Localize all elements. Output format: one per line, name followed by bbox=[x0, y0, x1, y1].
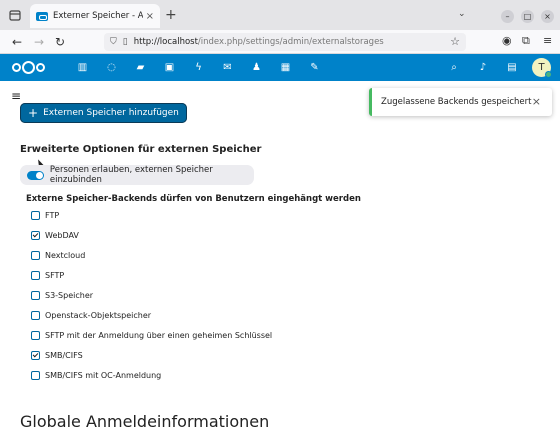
backend-label: Openstack-Objektspeicher bbox=[45, 310, 152, 320]
checkbox[interactable] bbox=[31, 310, 40, 320]
nextcloud-favicon-icon bbox=[36, 11, 48, 21]
backend-label: FTP bbox=[45, 210, 60, 220]
tab-dropdown-icon[interactable]: ⌄ bbox=[458, 9, 466, 19]
extensions-icon[interactable]: ⧉ bbox=[522, 34, 530, 48]
contacts-menu-icon[interactable]: ▤ bbox=[503, 54, 521, 81]
browser-tab-title: Externer Speicher - Admin bbox=[53, 11, 143, 21]
notes-icon[interactable]: ✎ bbox=[300, 54, 329, 81]
forward-arrow-icon[interactable]: → bbox=[34, 34, 44, 50]
success-toast: Zugelassene Backends gespeichert × bbox=[369, 88, 552, 116]
backend-item-smb[interactable]: SMB/CIFS bbox=[31, 345, 272, 365]
app-navigation: ▥ ◌ ▰ ▣ ϟ ✉ ♟ ▦ ✎ bbox=[68, 54, 329, 81]
backend-label: WebDAV bbox=[45, 230, 79, 240]
backend-item-openstack[interactable]: Openstack-Objektspeicher bbox=[31, 305, 272, 325]
page-info-shield-icon[interactable]: ⛉ bbox=[110, 37, 117, 47]
mail-icon[interactable]: ✉ bbox=[213, 54, 242, 81]
checkbox[interactable] bbox=[31, 230, 40, 240]
browser-navigation-bar: ← → ↻ ⛉ ▯ http://localhost/index.php/set… bbox=[0, 30, 560, 54]
advanced-options-title: Erweiterte Optionen für externen Speiche… bbox=[20, 144, 262, 155]
tab-list-icon[interactable] bbox=[8, 8, 22, 22]
backend-checkbox-list: FTP WebDAV Nextcloud SFTP S3-Speicher Op… bbox=[31, 205, 272, 385]
backend-label: Nextcloud bbox=[45, 250, 86, 260]
url-host: http://localhost bbox=[133, 37, 198, 47]
checkbox[interactable] bbox=[31, 250, 40, 260]
avatar-initial: T bbox=[538, 62, 545, 73]
backend-item-nextcloud[interactable]: Nextcloud bbox=[31, 245, 272, 265]
backend-label: SMB/CIFS bbox=[45, 350, 83, 360]
allow-users-mount-label: Personen erlauben, externen Speicher ein… bbox=[49, 165, 213, 185]
checkbox[interactable] bbox=[31, 290, 40, 300]
backend-label: S3-Speicher bbox=[45, 290, 94, 300]
address-bar[interactable]: ⛉ ▯ http://localhost/index.php/settings/… bbox=[104, 33, 466, 51]
toast-message: Zugelassene Backends gespeichert bbox=[381, 97, 532, 107]
search-icon[interactable]: ⌕ bbox=[445, 54, 463, 81]
contacts-icon[interactable]: ♟ bbox=[242, 54, 271, 81]
url-path: /index.php/settings/admin/externalstorag… bbox=[197, 37, 384, 47]
back-arrow-icon[interactable]: ← bbox=[12, 34, 22, 50]
browser-tab-bar: Externer Speicher - Admin × + ⌄ – □ × bbox=[0, 0, 560, 30]
checkbox[interactable] bbox=[31, 330, 40, 340]
app-menu-icon[interactable]: ≡ bbox=[543, 34, 552, 47]
add-external-storage-label: Externen Speicher hinzufügen bbox=[43, 108, 179, 118]
user-avatar[interactable]: T bbox=[532, 58, 552, 78]
menu-toggle-icon[interactable]: ≡ bbox=[11, 89, 21, 103]
toast-close-icon[interactable]: × bbox=[532, 95, 541, 108]
add-external-storage-button[interactable]: + Externen Speicher hinzufügen bbox=[20, 103, 187, 123]
backend-item-webdav[interactable]: WebDAV bbox=[31, 225, 272, 245]
photos-icon[interactable]: ▣ bbox=[155, 54, 184, 81]
calendar-icon[interactable]: ▦ bbox=[271, 54, 300, 81]
account-icon[interactable]: ◉ bbox=[502, 34, 512, 47]
activity-icon[interactable]: ◌ bbox=[97, 54, 126, 81]
bookmark-star-icon[interactable]: ☆ bbox=[450, 35, 460, 48]
notifications-bell-icon[interactable]: ♪ bbox=[474, 54, 492, 81]
global-credentials-title: Globale Anmeldeinformationen bbox=[20, 412, 270, 431]
backend-label: SFTP mit der Anmeldung über einen geheim… bbox=[45, 330, 273, 340]
settings-content: ≡ + Externen Speicher hinzufügen Zugelas… bbox=[0, 81, 560, 431]
close-tab-icon[interactable]: × bbox=[146, 11, 154, 22]
dashboard-icon[interactable]: ▥ bbox=[68, 54, 97, 81]
backend-item-sftp[interactable]: SFTP bbox=[31, 265, 272, 285]
checkbox[interactable] bbox=[31, 350, 40, 360]
checkbox[interactable] bbox=[31, 270, 40, 280]
toggle-switch-icon[interactable] bbox=[27, 170, 44, 180]
connection-page-icon[interactable]: ▯ bbox=[123, 37, 128, 47]
nextcloud-header: ▥ ◌ ▰ ▣ ϟ ✉ ♟ ▦ ✎ ⌕ ♪ ▤ T bbox=[0, 54, 560, 81]
allowed-backends-heading: Externe Speicher-Backends dürfen von Ben… bbox=[26, 194, 361, 204]
new-tab-button[interactable]: + bbox=[165, 7, 177, 23]
backend-item-ftp[interactable]: FTP bbox=[31, 205, 272, 225]
online-status-icon bbox=[545, 71, 552, 78]
allow-users-mount-toggle[interactable]: Personen erlauben, externen Speicher ein… bbox=[20, 165, 254, 185]
plus-icon: + bbox=[28, 106, 39, 120]
backend-label: SFTP bbox=[45, 270, 65, 280]
nextcloud-logo-icon[interactable] bbox=[12, 61, 45, 74]
minimize-window-button[interactable]: – bbox=[501, 10, 514, 23]
checkbox[interactable] bbox=[31, 210, 40, 220]
checkbox[interactable] bbox=[31, 370, 40, 380]
browser-tab-active[interactable]: Externer Speicher - Admin × bbox=[30, 4, 160, 28]
maximize-window-button[interactable]: □ bbox=[521, 10, 534, 23]
backend-item-smb-oc[interactable]: SMB/CIFS mit OC-Anmeldung bbox=[31, 365, 272, 385]
close-window-button[interactable]: × bbox=[541, 10, 554, 23]
backend-item-s3[interactable]: S3-Speicher bbox=[31, 285, 272, 305]
reload-icon[interactable]: ↻ bbox=[55, 34, 65, 50]
backend-label: SMB/CIFS mit OC-Anmeldung bbox=[45, 370, 162, 380]
flow-icon[interactable]: ϟ bbox=[184, 54, 213, 81]
files-icon[interactable]: ▰ bbox=[126, 54, 155, 81]
backend-item-sftp-key[interactable]: SFTP mit der Anmeldung über einen geheim… bbox=[31, 325, 272, 345]
